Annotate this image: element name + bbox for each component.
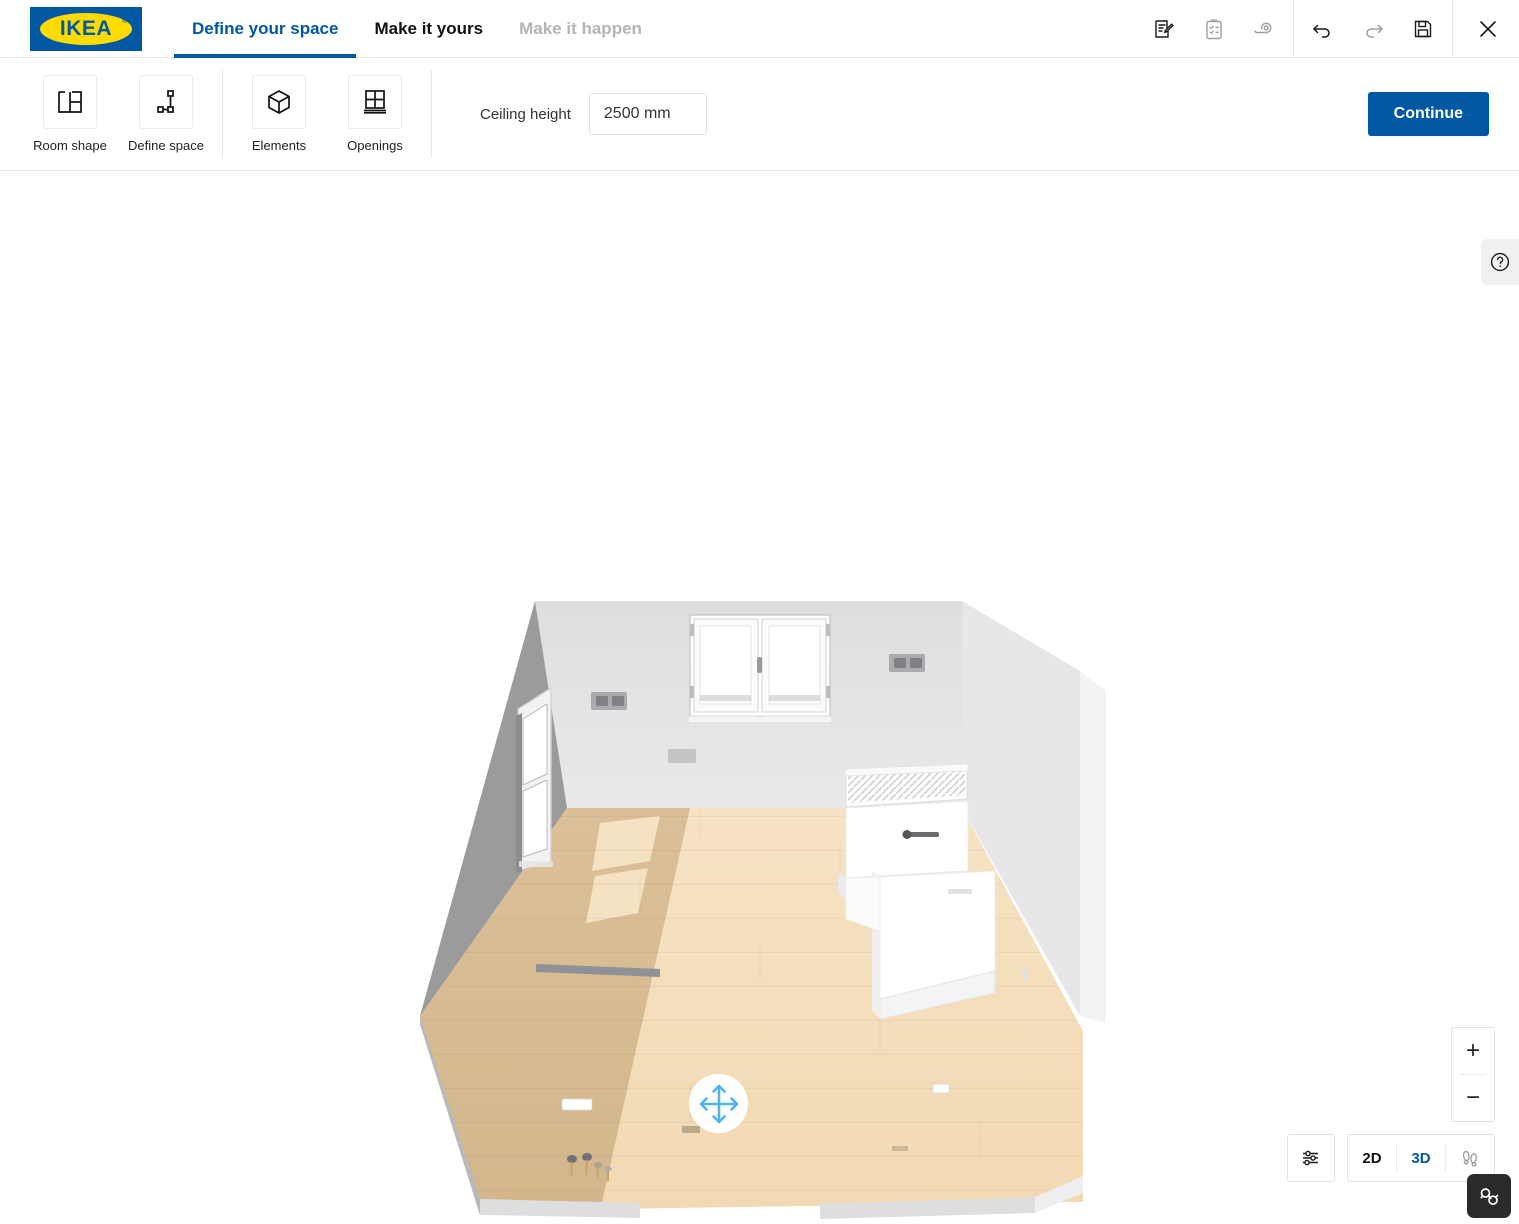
- continue-button[interactable]: Continue: [1367, 92, 1489, 136]
- move-gizmo[interactable]: [689, 1074, 748, 1133]
- footsteps-icon: [1462, 1150, 1477, 1167]
- floorplan-icon: [58, 90, 82, 113]
- floor-label-left[interactable]: [561, 1098, 593, 1111]
- logo-registered-mark: ®: [121, 17, 127, 25]
- nodes-icon: [157, 89, 174, 113]
- view-mode-2d[interactable]: 2D: [1348, 1135, 1396, 1181]
- wall-socket-left[interactable]: [591, 692, 627, 710]
- tool-elements[interactable]: Elements: [231, 58, 327, 153]
- ceiling-height-label: Ceiling height: [480, 105, 571, 123]
- tool-openings-box: [348, 74, 402, 129]
- redo-icon: [1366, 24, 1384, 38]
- sliders-icon: [1303, 1150, 1318, 1166]
- tab-label: Make it yours: [374, 18, 484, 38]
- tool-group-content: Elements Openings: [231, 58, 423, 171]
- zoom-controls: + −: [1451, 1027, 1495, 1122]
- tool-label: Define space: [128, 137, 204, 153]
- window-sill: [687, 715, 833, 724]
- measure-tape-icon: [1254, 22, 1272, 33]
- move-arrows-icon: [699, 1084, 738, 1123]
- ceiling-height-field: Ceiling height: [480, 93, 707, 135]
- notes-icon: [1155, 19, 1174, 38]
- top-bar-actions: [1139, 0, 1519, 58]
- measure-button[interactable]: [1239, 0, 1289, 58]
- view-controls: 2D 3D: [1287, 1134, 1495, 1182]
- undo-button[interactable]: [1298, 0, 1348, 58]
- tool-divider: [222, 70, 223, 158]
- ikea-logo[interactable]: IKEA ®: [30, 6, 142, 51]
- checklist-button[interactable]: [1189, 0, 1239, 58]
- ikea-room-planner: IKEA ® Define your space Make it yours M…: [0, 0, 1519, 1224]
- radiator[interactable]: [844, 763, 969, 808]
- tool-label: Elements: [251, 137, 307, 153]
- save-button[interactable]: [1398, 0, 1448, 58]
- floor-mark: [892, 1146, 908, 1151]
- tool-define-space-box: [139, 74, 193, 129]
- tool-label: Room shape: [33, 137, 107, 153]
- close-divider: [1452, 0, 1453, 58]
- tab-label: Make it happen: [519, 18, 642, 38]
- ceiling-height-input[interactable]: [588, 93, 707, 135]
- window-left-wall[interactable]: [516, 686, 553, 873]
- redo-button[interactable]: [1348, 0, 1398, 58]
- tool-group-space: Room shape Define space: [22, 58, 214, 171]
- display-settings-button[interactable]: [1287, 1134, 1335, 1182]
- wizard-tabs: Define your space Make it yours Make it …: [174, 0, 660, 58]
- tool-room-shape-box: [43, 74, 97, 129]
- tool-label: Openings: [347, 137, 403, 153]
- tab-make-it-happen[interactable]: Make it happen: [501, 0, 660, 58]
- tab-define-your-space[interactable]: Define your space: [174, 0, 357, 58]
- tab-label: Define your space: [192, 18, 339, 38]
- zoom-in-button[interactable]: +: [1452, 1028, 1494, 1074]
- notes-button[interactable]: [1139, 0, 1189, 58]
- floor-label-right[interactable]: [932, 1083, 950, 1094]
- light-switch[interactable]: [668, 749, 696, 763]
- toolbar-divider: [1293, 0, 1294, 58]
- logo-oval: IKEA ®: [40, 12, 132, 45]
- wall-socket-right[interactable]: [889, 654, 925, 672]
- tool-openings[interactable]: Openings: [327, 58, 423, 153]
- ceiling-divider: [431, 70, 432, 158]
- help-button[interactable]: [1481, 239, 1519, 285]
- tool-elements-box: [252, 74, 306, 129]
- tool-room-shape[interactable]: Room shape: [22, 58, 118, 153]
- drawer-handle: [948, 889, 972, 894]
- tab-make-it-yours[interactable]: Make it yours: [356, 0, 501, 58]
- right-wall-edge: [1080, 671, 1106, 1023]
- room-3d-render: [420, 601, 1106, 1219]
- top-bar: IKEA ® Define your space Make it yours M…: [0, 0, 1519, 58]
- tool-define-space[interactable]: Define space: [118, 58, 214, 153]
- link-share-button[interactable]: [1467, 1174, 1511, 1218]
- floor-mark: [682, 1126, 700, 1133]
- close-icon: [1480, 20, 1496, 37]
- window-back-wall[interactable]: [687, 614, 833, 724]
- close-button[interactable]: [1457, 0, 1519, 58]
- save-icon: [1414, 20, 1432, 37]
- logo-text: IKEA: [59, 17, 113, 40]
- room-viewport[interactable]: + − 2D 3D: [0, 171, 1519, 1224]
- undo-icon: [1312, 24, 1330, 38]
- view-mode-3d[interactable]: 3D: [1397, 1135, 1445, 1181]
- zoom-out-button[interactable]: −: [1452, 1075, 1494, 1121]
- tool-bar: Room shape Define space Elements Opening…: [0, 58, 1519, 171]
- help-circle-icon: [1490, 252, 1510, 272]
- checklist-icon: [1206, 19, 1222, 39]
- window-handle: [757, 657, 762, 673]
- window-icon: [364, 89, 386, 114]
- cube-icon: [268, 89, 290, 114]
- chain-link-icon: [1479, 1187, 1498, 1205]
